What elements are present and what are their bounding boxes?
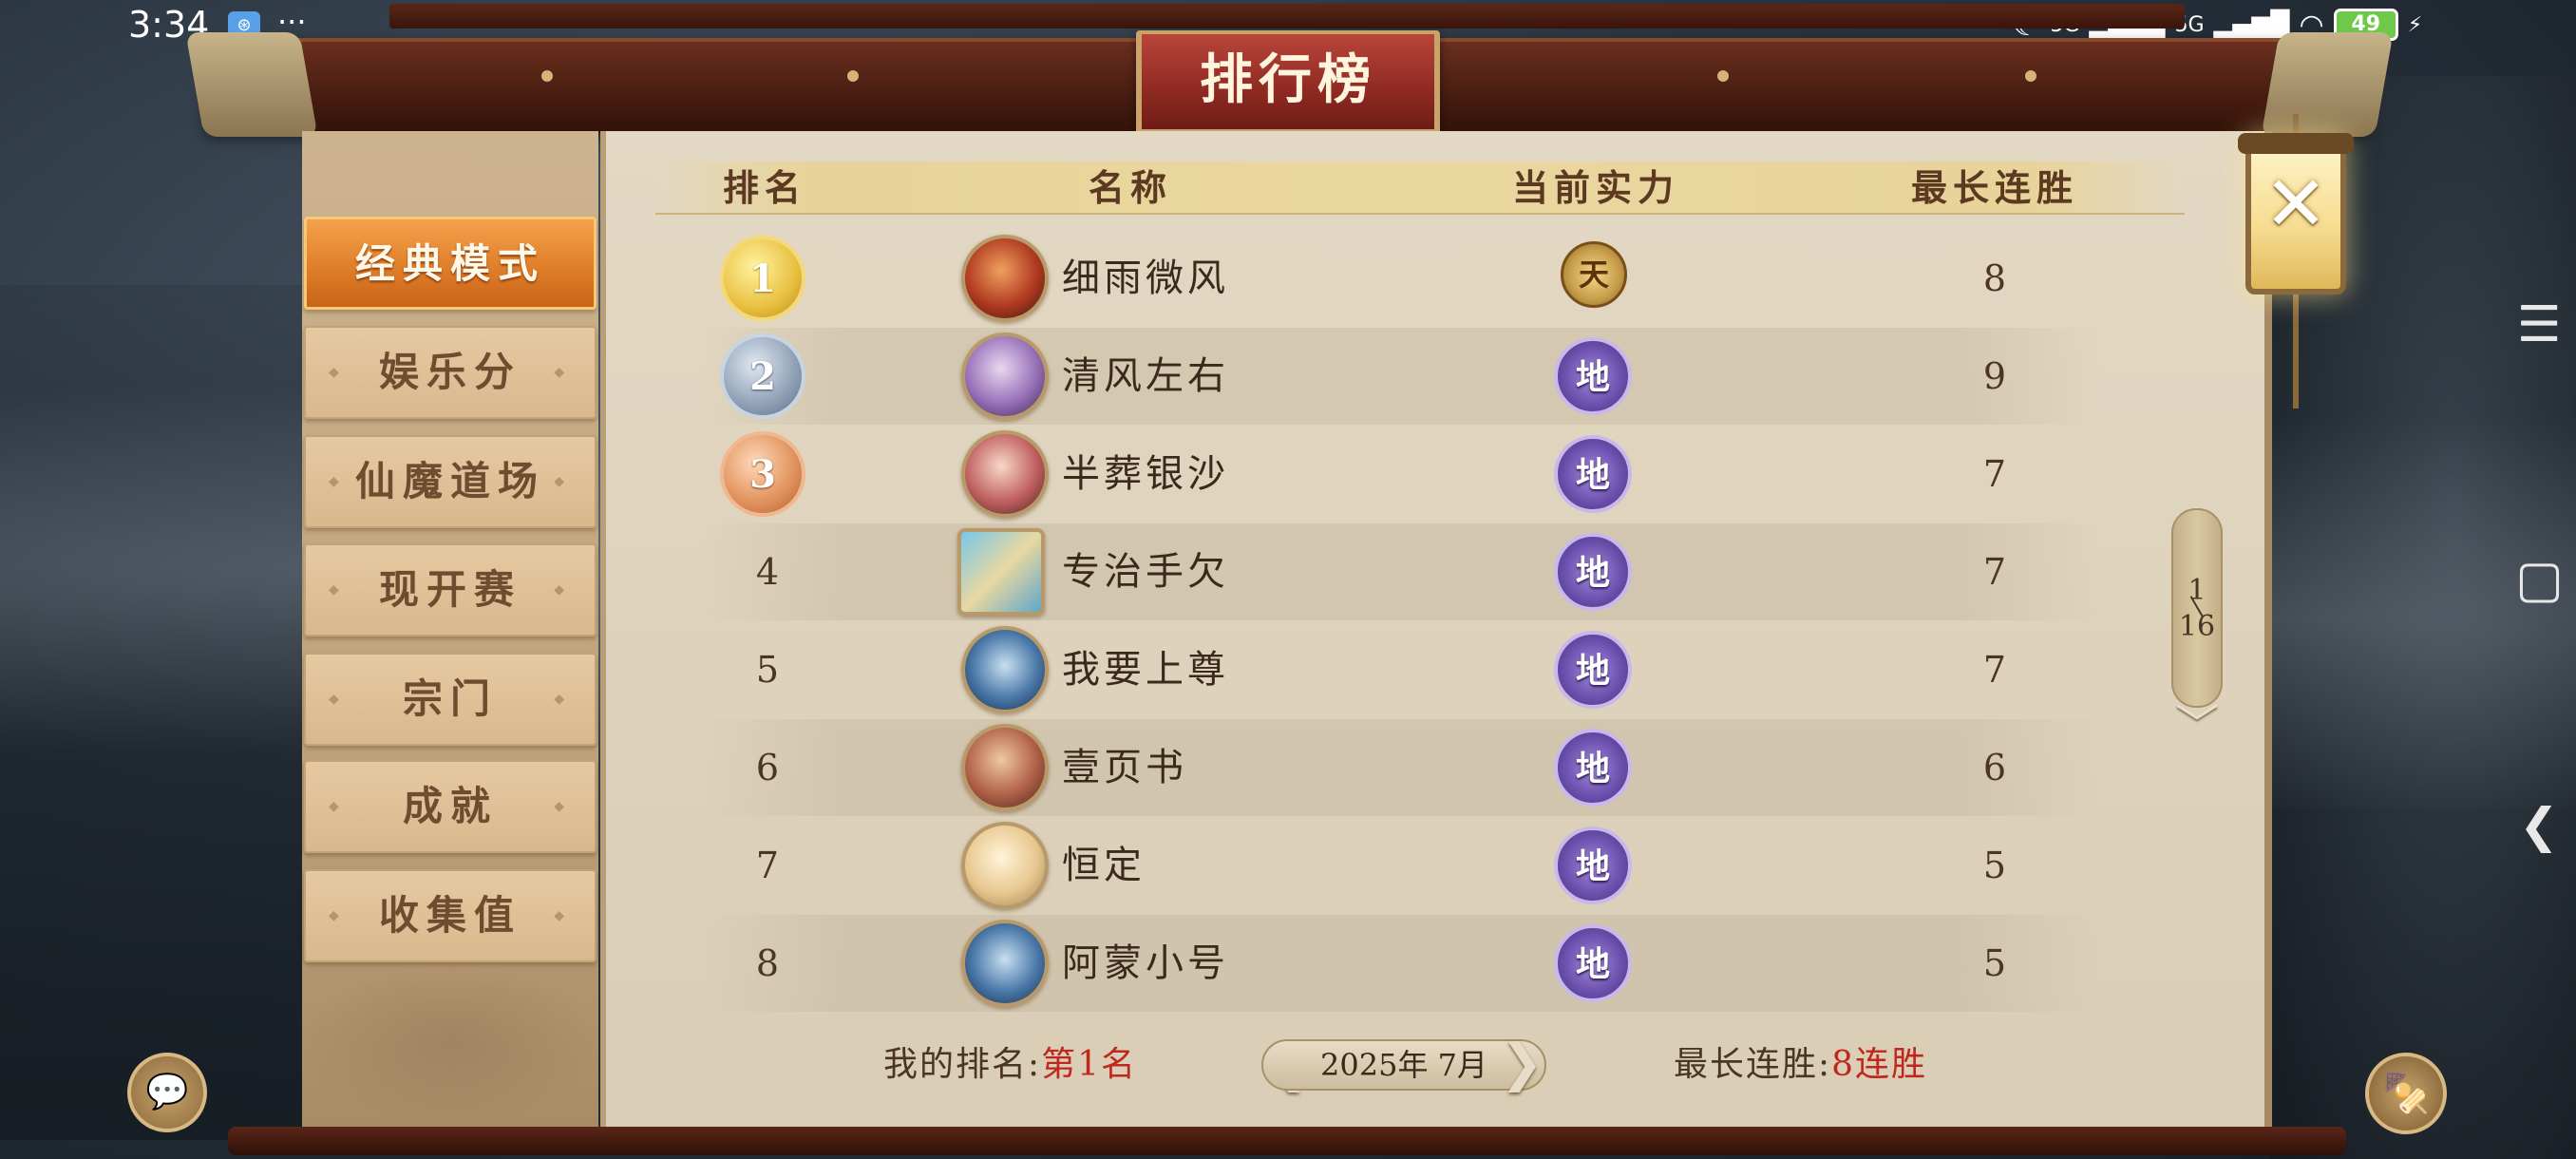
tab-collection-value[interactable]: 收集值 [304, 869, 597, 962]
signal-bars-icon-2: ▂▄▆█ [2213, 10, 2290, 39]
gold-medal-icon: 1 [720, 236, 805, 321]
lantern-cap [2238, 133, 2354, 154]
avatar[interactable] [961, 332, 1049, 420]
my-longest-streak: 最长连胜:8连胜 [1674, 1041, 1927, 1089]
streak-value-highlight: 8连胜 [1831, 1045, 1928, 1084]
snack-button[interactable]: 🍢 [2365, 1053, 2447, 1134]
player-name: 细雨微风 [1062, 256, 1229, 300]
column-header-streak: 最长连胜 [1910, 166, 2078, 209]
table-row[interactable] [703, 328, 2099, 425]
table-row[interactable] [703, 426, 2099, 522]
rank-number: 6 [755, 747, 780, 788]
streak-value: 7 [1982, 551, 2007, 593]
player-name: 半葬银沙 [1062, 452, 1229, 496]
avatar[interactable] [961, 724, 1049, 811]
avatar[interactable] [961, 235, 1049, 322]
rank-number: 5 [755, 649, 780, 691]
streak-value: 7 [1982, 453, 2007, 495]
power-tier-badge: 地 [1554, 337, 1632, 415]
close-icon[interactable]: ✕ [2245, 152, 2346, 256]
rank-number: 8 [755, 942, 780, 984]
tab-immortal-demon-arena[interactable]: 仙魔道场 [304, 435, 597, 528]
player-name: 清风左右 [1062, 354, 1229, 398]
current-page: 1 [2188, 574, 2207, 607]
home-icon[interactable]: ▢ [2515, 549, 2564, 609]
charging-icon: ⚡ [2407, 12, 2423, 37]
streak-value: 6 [1982, 747, 2007, 788]
player-name: 专治手欠 [1062, 550, 1229, 594]
power-tier-badge: 天 [1561, 241, 1627, 308]
sidebar-ornament [302, 960, 598, 1127]
my-rank: 我的排名:第1名 [883, 1041, 1137, 1089]
rank-number: 7 [755, 845, 780, 886]
streak-value: 7 [1982, 649, 2007, 691]
avatar[interactable] [957, 528, 1045, 616]
player-name: 壹页书 [1062, 746, 1187, 789]
menu-icon[interactable]: ☰ [2515, 296, 2563, 353]
player-name: 阿蒙小号 [1062, 941, 1229, 985]
chat-button[interactable]: 💬 [127, 1053, 207, 1132]
table-row[interactable] [703, 523, 2099, 620]
beam-cap-right [2261, 32, 2394, 137]
avatar[interactable] [961, 430, 1049, 518]
streak-value: 5 [1982, 942, 2007, 984]
beam-rivet [541, 70, 553, 82]
page-down-button[interactable]: ﹀ [2166, 701, 2228, 749]
avatar[interactable] [961, 920, 1049, 1007]
player-name: 恒定 [1062, 844, 1146, 887]
power-tier-badge: 地 [1554, 435, 1632, 513]
bottom-beam [228, 1127, 2346, 1155]
my-rank-label: 我的排名: [883, 1045, 1042, 1084]
tab-sect[interactable]: 宗门 [304, 653, 597, 746]
table-row[interactable] [703, 230, 2099, 327]
power-tier-badge: 地 [1554, 729, 1632, 807]
total-pages: 16 [2178, 610, 2216, 643]
avatar[interactable] [961, 822, 1049, 909]
silver-medal-icon: 2 [720, 333, 805, 419]
streak-value: 9 [1982, 355, 2007, 397]
tab-classic-mode[interactable]: 经典模式 [304, 217, 597, 310]
power-tier-badge: 地 [1554, 924, 1632, 1002]
tab-open-tournament[interactable]: 现开赛 [304, 543, 597, 636]
tab-entertainment-score[interactable]: 娱乐分 [304, 326, 597, 419]
power-tier-badge: 地 [1554, 631, 1632, 709]
column-header-power: 当前实力 [1511, 166, 1679, 209]
avatar[interactable] [961, 626, 1049, 713]
page-title: 排行榜 [1136, 30, 1440, 135]
next-month-button[interactable]: ❯ [1493, 1036, 1550, 1094]
table-row[interactable] [703, 621, 2099, 718]
player-name: 我要上尊 [1062, 648, 1229, 692]
tab-achievements[interactable]: 成就 [304, 760, 597, 853]
beam-cap-left [185, 32, 318, 137]
power-tier-badge: 地 [1554, 533, 1632, 611]
table-row[interactable] [703, 719, 2099, 816]
column-header-name: 名称 [1088, 166, 1172, 209]
my-rank-value: 第1名 [1041, 1045, 1138, 1084]
table-row[interactable] [703, 817, 2099, 914]
beam-rivet [2025, 70, 2036, 82]
bronze-medal-icon: 3 [720, 431, 805, 517]
top-beam-thin [389, 4, 2185, 28]
column-header-rank: 排名 [722, 166, 806, 209]
beam-rivet [1717, 70, 1729, 82]
power-tier-badge: 地 [1554, 826, 1632, 904]
table-row[interactable] [703, 915, 2099, 1012]
streak-value: 8 [1982, 257, 2007, 299]
streak-label: 最长连胜: [1674, 1045, 1832, 1084]
beam-rivet [847, 70, 859, 82]
streak-value: 5 [1982, 845, 2007, 886]
back-icon[interactable]: ❮ [2515, 798, 2563, 853]
rank-number: 4 [755, 551, 780, 593]
